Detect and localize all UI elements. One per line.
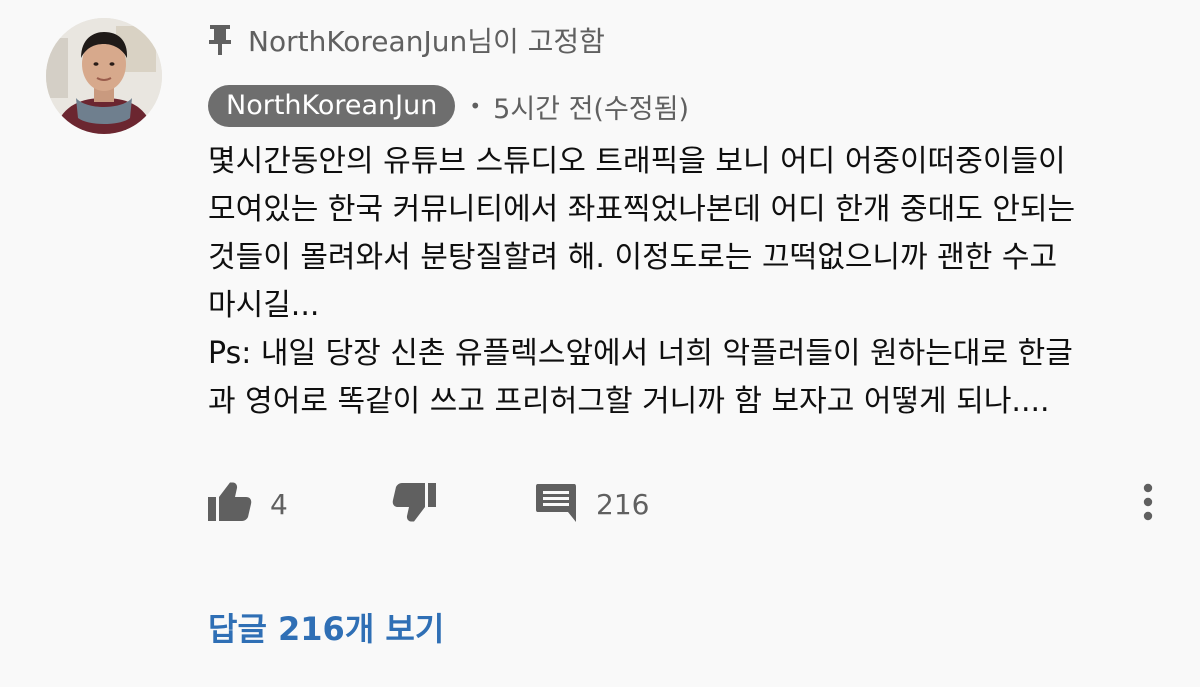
comment-line: 마시길...: [208, 288, 320, 323]
author-name-chip[interactable]: NorthKoreanJun: [208, 85, 456, 127]
more-vert-icon: [1142, 483, 1154, 525]
comment-text: 몇시간동안의 유튜브 스튜디오 트래픽을 보니 어디 어중이떠중이들이 모여있는…: [208, 138, 1168, 426]
comment-line: Ps: 내일 당장 신촌 유플렉스앞에서 너희 악플러들이 원하는대로 한글: [208, 336, 1073, 371]
avatar[interactable]: [46, 18, 162, 134]
comment-line: 것들이 몰려와서 분탕질할려 해. 이정도로는 끄떡없으니까 괜한 수고: [208, 240, 1058, 275]
thumbs-up-icon: [208, 482, 252, 526]
reply-button[interactable]: 216: [534, 474, 649, 534]
comment-header: NorthKoreanJun • 5시간 전(수정됨): [208, 84, 689, 128]
dislike-button[interactable]: [392, 474, 436, 534]
comment-line: 과 영어로 똑같이 쓰고 프리허그할 거니까 함 보자고 어떻게 되나....: [208, 384, 1050, 419]
thumbs-down-icon: [392, 482, 436, 526]
pinned-indicator: NorthKoreanJun님이 고정함: [206, 20, 605, 60]
comment-line: 몇시간동안의 유튜브 스튜디오 트래픽을 보니 어디 어중이떠중이들이: [208, 144, 1066, 179]
comment-line: 모여있는 한국 커뮤니티에서 좌표찍었나본데 어디 한개 중대도 안되는: [208, 192, 1076, 227]
like-count: 4: [270, 487, 288, 521]
comment-timestamp[interactable]: 5시간 전(수정됨): [493, 87, 689, 126]
pinned-label: NorthKoreanJun님이 고정함: [248, 25, 605, 58]
pin-icon: [206, 23, 234, 57]
meta-separator: •: [469, 94, 482, 118]
comment-icon: [534, 482, 578, 526]
like-button[interactable]: 4: [208, 474, 288, 534]
reply-count: 216: [596, 487, 650, 521]
view-replies-link[interactable]: 답글 216개 보기: [208, 604, 444, 654]
more-options-button[interactable]: [1134, 474, 1162, 534]
comment-action-bar: 4 216: [206, 474, 1166, 534]
